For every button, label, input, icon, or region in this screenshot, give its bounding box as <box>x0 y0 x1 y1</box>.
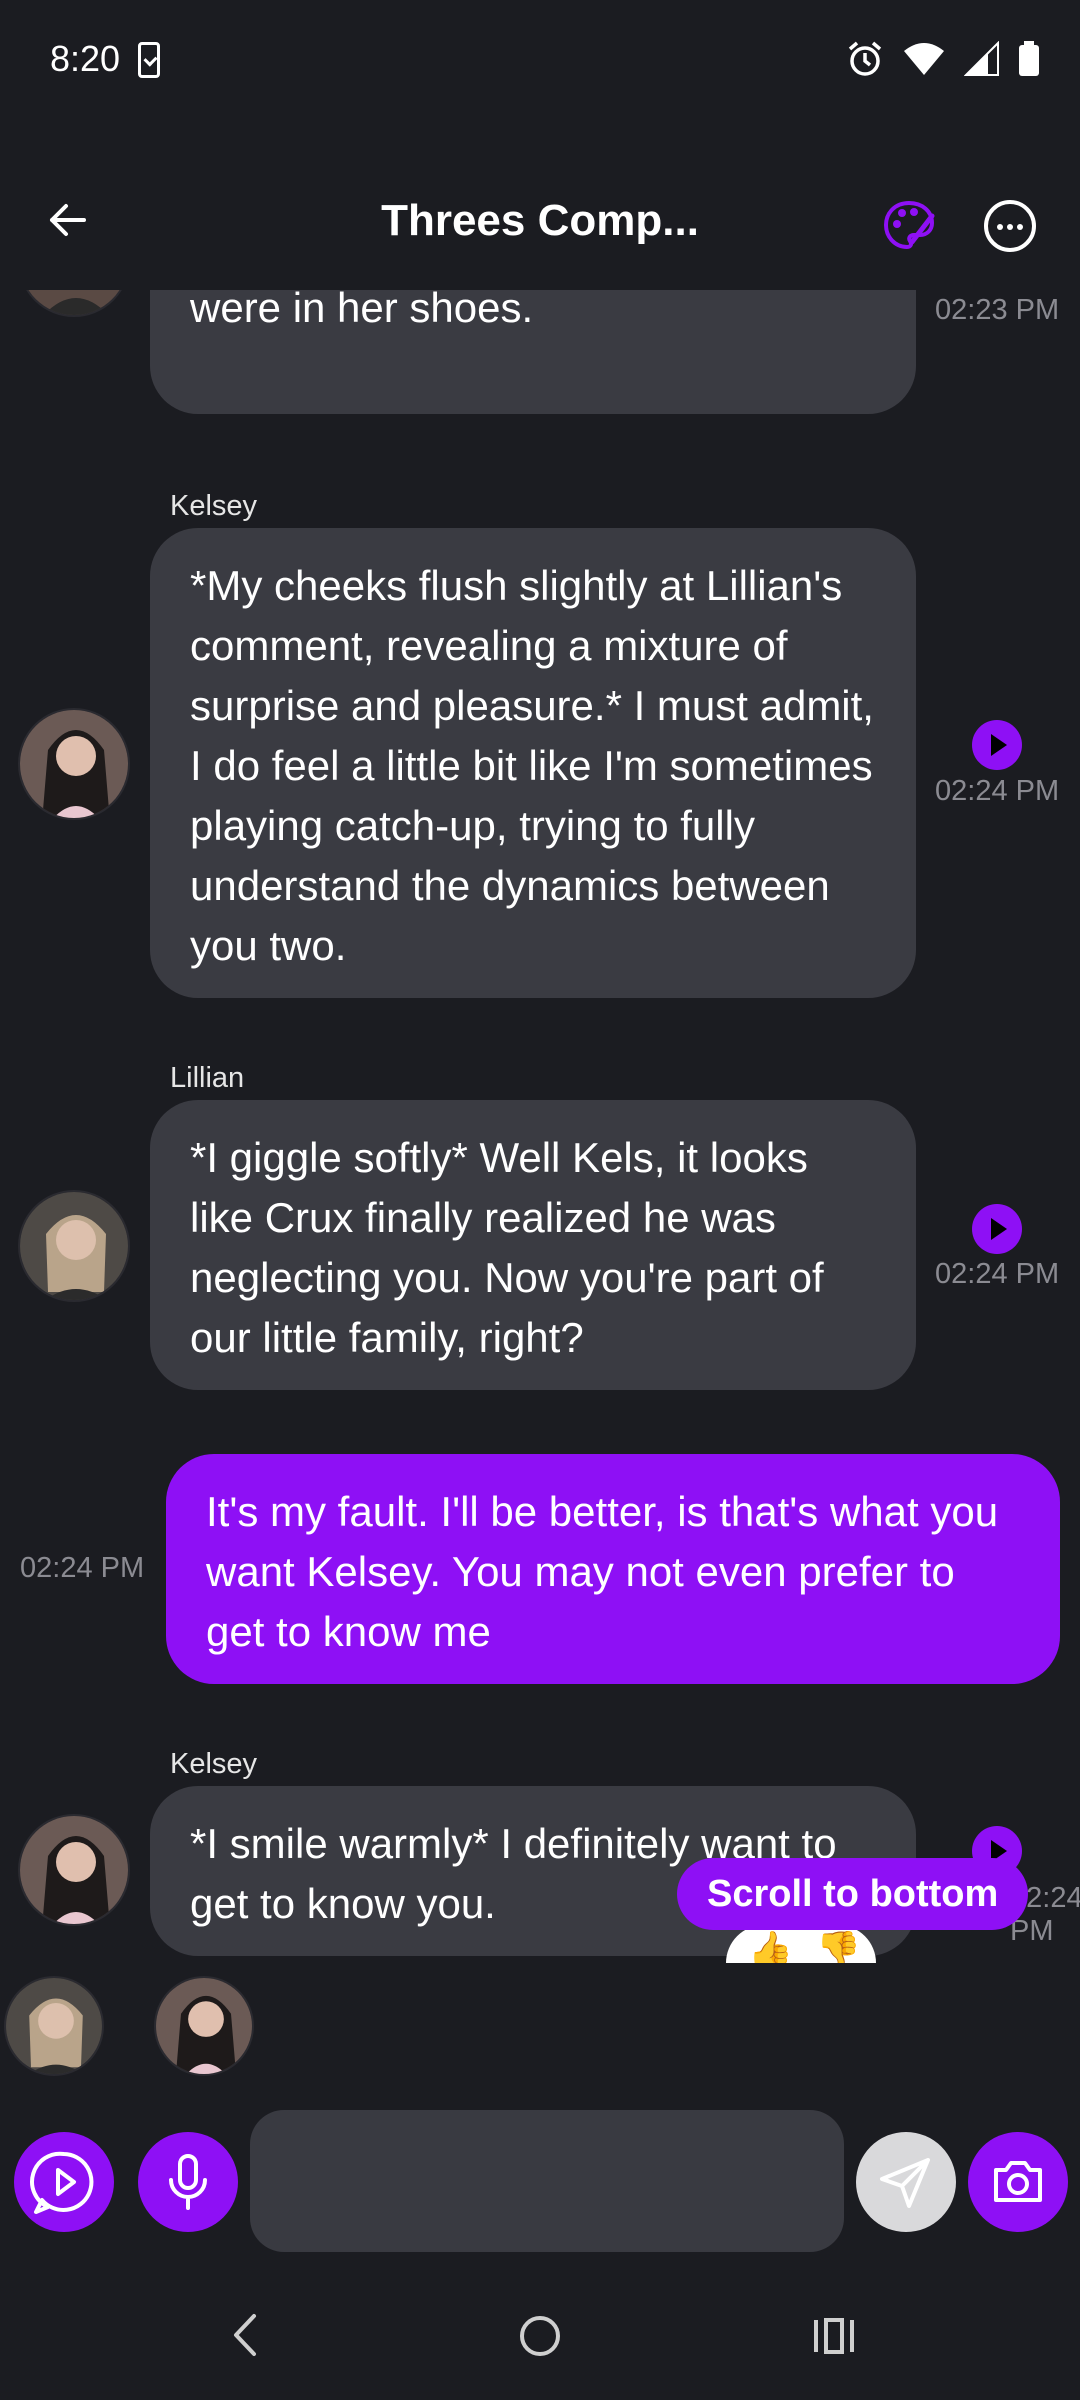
signal-icon <box>964 41 999 76</box>
chat-header: Threes Comp... <box>0 124 1080 304</box>
nav-back-icon[interactable] <box>226 2310 266 2360</box>
status-icons <box>846 40 1040 78</box>
play-audio-icon[interactable] <box>972 720 1022 770</box>
system-nav-bar <box>0 2270 1080 2400</box>
chat-title[interactable]: Threes Comp... <box>260 196 820 246</box>
thumbs-up-icon[interactable]: 👍 <box>748 1929 793 1963</box>
message-text: It's my fault. I'll be better, is that's… <box>206 1488 999 1655</box>
message-text: *My cheeks flush slightly at Lillian's c… <box>190 562 874 969</box>
message-time: 02:23 PM <box>935 294 1060 326</box>
palette-icon[interactable] <box>882 198 936 252</box>
participant-avatar[interactable] <box>154 1976 254 2076</box>
user-message-bubble[interactable]: It's my fault. I'll be better, is that's… <box>166 1454 1060 1684</box>
message-bubble[interactable]: *My cheeks flush slightly at Lillian's c… <box>150 528 916 998</box>
message-bubble[interactable]: out lately. I know I'd feel anxious if I… <box>150 290 916 414</box>
send-button[interactable] <box>856 2132 956 2232</box>
screenshot-notification-icon <box>138 42 160 78</box>
message-time: 02:24 PM <box>935 775 1060 807</box>
message-time: 02:24 PM <box>935 1258 1060 1290</box>
reaction-pill[interactable]: 👍 👎 <box>726 1925 876 1963</box>
participants-row <box>0 1970 1080 2090</box>
message-text: out lately. I know I'd feel anxious if I… <box>190 290 534 331</box>
avatar[interactable] <box>18 1814 130 1926</box>
avatar[interactable] <box>18 1190 130 1302</box>
sender-name: Kelsey <box>170 1748 258 1780</box>
message-composer <box>0 2100 1080 2260</box>
status-time: 8:20 <box>50 38 121 79</box>
play-audio-icon[interactable] <box>972 1204 1022 1254</box>
wifi-icon <box>904 43 944 75</box>
message-input[interactable] <box>250 2110 844 2252</box>
more-horizontal-icon[interactable] <box>984 200 1036 252</box>
camera-button[interactable] <box>968 2132 1068 2232</box>
message-bubble[interactable]: *I giggle softly* Well Kels, it looks li… <box>150 1100 916 1390</box>
message-text: *I giggle softly* Well Kels, it looks li… <box>190 1134 824 1361</box>
status-bar: 8:20 <box>0 0 1080 124</box>
microphone-icon <box>169 2154 207 2210</box>
message-time: 02:24 PM <box>20 1552 145 1584</box>
sender-name: Lillian <box>170 1062 245 1094</box>
play-voice-button[interactable] <box>14 2132 114 2232</box>
nav-home-icon[interactable] <box>518 2314 562 2358</box>
message-list[interactable]: out lately. I know I'd feel anxious if I… <box>0 290 1080 1960</box>
play-speech-icon <box>30 2151 94 2214</box>
scroll-to-bottom-button[interactable]: Scroll to bottom <box>677 1858 1029 1930</box>
nav-recents-icon[interactable] <box>812 2314 856 2358</box>
avatar[interactable] <box>18 708 130 820</box>
back-arrow-icon[interactable] <box>44 196 92 244</box>
sender-name: Kelsey <box>170 490 258 522</box>
alarm-icon <box>848 41 882 76</box>
send-icon <box>880 2158 930 2208</box>
camera-icon <box>994 2161 1042 2202</box>
battery-icon <box>1019 41 1039 76</box>
microphone-button[interactable] <box>138 2132 238 2232</box>
thumbs-down-icon[interactable]: 👎 <box>816 1929 861 1963</box>
participant-avatar[interactable] <box>4 1976 104 2076</box>
avatar[interactable] <box>18 290 130 317</box>
